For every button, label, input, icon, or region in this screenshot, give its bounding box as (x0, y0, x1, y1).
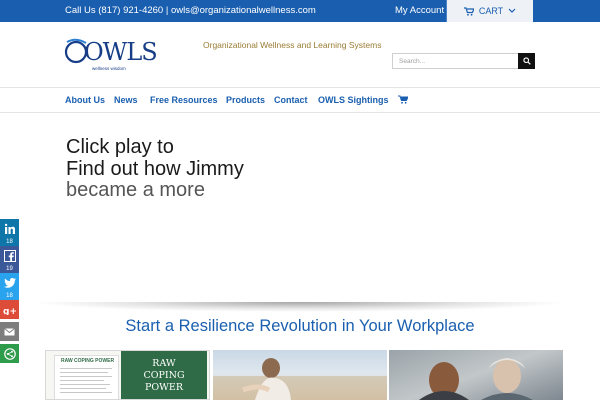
search-icon (522, 57, 531, 65)
book-title-line-2: COPING (143, 370, 185, 381)
chevron-down-icon (508, 8, 516, 14)
nav-item-about-us[interactable]: About Us (65, 95, 105, 105)
hero-video-section[interactable]: Click play to Find out how Jimmy became … (0, 114, 600, 312)
book-cover-image: RAW COPING POWER (121, 351, 207, 399)
site-header: OWLS wellness wisdom Organizational Well… (0, 22, 600, 88)
text-line (60, 380, 104, 381)
share-icon (3, 347, 16, 360)
nav-item-contact[interactable]: Contact (274, 95, 308, 105)
text-line (60, 392, 112, 393)
book-flyer-image: RAW COPING POWER (54, 355, 119, 399)
search-input[interactable] (393, 54, 519, 68)
twitter-count: 18 (0, 292, 19, 300)
top-bar: Call Us (817) 921-4260 | owls@organizati… (0, 0, 600, 22)
search-box (392, 53, 535, 69)
facebook-count: 19 (0, 265, 19, 273)
linkedin-share-button[interactable] (0, 219, 19, 238)
beach-meditation-image (213, 358, 387, 400)
book-title-line-3: POWER (144, 382, 184, 393)
text-line (60, 388, 106, 389)
cart-button[interactable]: CART (447, 0, 533, 22)
contact-info[interactable]: Call Us (817) 921-4260 | owls@organizati… (65, 5, 316, 16)
main-nav: About Us News Free Resources Products Co… (0, 88, 600, 113)
text-line (60, 384, 110, 385)
more-share-button[interactable] (0, 344, 19, 363)
facebook-share-button[interactable] (0, 246, 19, 265)
meditation-photo-thumbnail[interactable] (213, 350, 387, 400)
hero-shadow-divider (30, 302, 570, 312)
cart-icon (463, 6, 474, 16)
google-plus-icon: g+ (3, 307, 16, 315)
two-people-image (419, 358, 533, 400)
site-tagline: Organizational Wellness and Learning Sys… (203, 40, 382, 50)
section-title: Start a Resilience Revolution in Your Wo… (125, 317, 475, 335)
text-line (60, 372, 108, 373)
raw-coping-power-thumbnail[interactable]: RAW COPING POWER RAW COPING POWER (45, 350, 210, 400)
svg-text:g+: g+ (3, 307, 16, 315)
book-title-line-1: RAW (152, 358, 176, 369)
twitter-icon (3, 277, 16, 288)
linkedin-count: 18 (0, 238, 19, 246)
hero-line-3: became a more (66, 179, 205, 201)
flyer-heading: RAW COPING POWER (61, 358, 115, 364)
nav-item-products[interactable]: Products (226, 95, 265, 105)
text-line (60, 368, 112, 369)
facebook-icon (3, 249, 16, 262)
search-button[interactable] (518, 53, 535, 69)
hero-line-2: Find out how Jimmy (66, 158, 244, 180)
text-line (60, 376, 112, 377)
linkedin-icon (4, 223, 15, 234)
nav-cart-icon[interactable] (398, 95, 409, 106)
nav-item-news[interactable]: News (114, 95, 138, 105)
logo-subtext: wellness wisdom (92, 66, 126, 71)
nav-item-free-resources[interactable]: Free Resources (150, 95, 218, 105)
twitter-share-button[interactable] (0, 273, 19, 292)
nav-item-owls-sightings[interactable]: OWLS Sightings (318, 95, 389, 105)
people-photo-thumbnail[interactable] (389, 350, 563, 400)
cart-label: CART (478, 6, 504, 16)
hero-line-1: Click play to (66, 136, 174, 158)
my-account-link[interactable]: My Account (395, 5, 444, 16)
social-share-bar: 18 19 18 g+ (0, 219, 19, 363)
owls-logo[interactable]: OWLS wellness wisdom (64, 36, 158, 74)
logo-text: OWLS (84, 38, 158, 66)
